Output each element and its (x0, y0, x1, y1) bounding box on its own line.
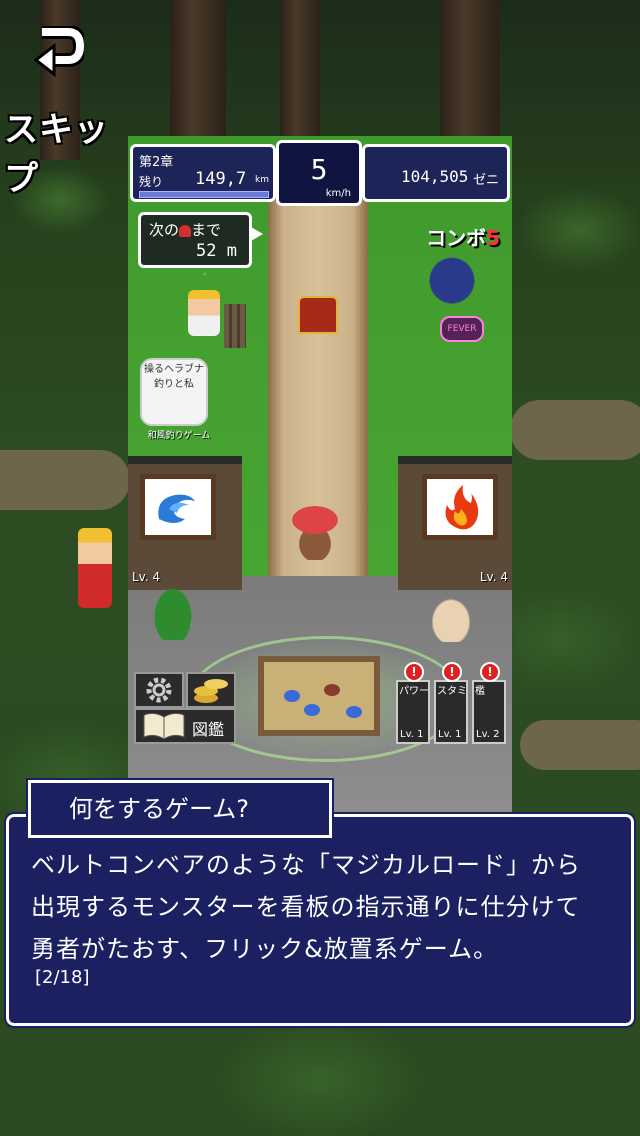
combo-counter: コンボ5 (426, 226, 500, 250)
hero-sitting (150, 582, 196, 640)
hero-at-table (426, 592, 476, 642)
dialog-line: ベルトコンベアのような「マジカルロード」から (31, 851, 581, 879)
skip-button[interactable]: スキップ (4, 22, 134, 199)
dialog-line: 勇者がたおす、フリック&放置系ゲーム。 (31, 935, 499, 963)
slime-monster (304, 704, 320, 716)
menu-panel: 図鑑 (134, 672, 236, 744)
gear-icon (146, 677, 172, 703)
distance-progress-bar (139, 191, 269, 198)
dirt-patch (510, 400, 640, 460)
dialog-title: 何をするゲーム? (26, 778, 334, 840)
treasure-chest[interactable] (298, 296, 338, 334)
money-value: 104,505 (401, 167, 469, 186)
settings-button[interactable] (134, 672, 184, 708)
next-bell-indicator: 次の まで 52 m (138, 212, 263, 268)
fire-icon (445, 485, 479, 530)
upgrade-power-button[interactable]: ! パワー Lv. 1 (396, 662, 430, 744)
remaining-distance: 149,7 (195, 169, 247, 189)
bell-icon (179, 224, 192, 237)
zukan-label: 図鑑 (191, 720, 224, 739)
remaining-unit: km (255, 175, 269, 185)
dirt-patch (520, 720, 640, 770)
upgrade-title: スタミナ (437, 686, 467, 697)
king-character (78, 528, 112, 608)
money-unit: ゼニ (472, 173, 499, 188)
fishing-game-ad-icon[interactable]: 操るヘラブナ釣りと私 (140, 358, 208, 426)
fire-sign (422, 474, 498, 540)
slime-monster (346, 706, 362, 718)
upgrade-title: 檻 (475, 686, 485, 697)
mushroom-monster[interactable] (292, 506, 338, 560)
water-gate[interactable]: Lv. 4 (128, 456, 242, 590)
king-sprite (188, 290, 220, 336)
fishing-game-ad-label[interactable]: 和風釣りゲーム (134, 428, 224, 441)
alert-icon: ! (404, 662, 424, 682)
alert-icon: ! (480, 662, 500, 682)
next-bell-distance: 52 m (196, 241, 237, 261)
return-arrow-icon (34, 26, 84, 78)
coins-icon (194, 679, 228, 703)
wooden-post (224, 304, 246, 348)
speed-panel: 5 km/h (276, 140, 362, 206)
fire-gate[interactable]: Lv. 4 (398, 456, 512, 590)
money-panel: 104,505 ゼニ (362, 144, 510, 202)
zukan-button[interactable]: 図鑑 (134, 708, 236, 744)
upgrade-cage-button[interactable]: ! 檻 Lv. 2 (472, 662, 506, 744)
fire-gate-level: Lv. 4 (479, 570, 508, 584)
book-icon (143, 712, 185, 740)
upgrade-title: パワー (399, 686, 429, 697)
tutorial-dialog[interactable]: ベルトコンベアのような「マジカルロード」から 出現するモンスターを看板の指示通り… (4, 812, 636, 1028)
next-bell-label: 次の まで (149, 221, 222, 239)
upgrade-level: Lv. 1 (400, 729, 424, 740)
shop-button[interactable] (186, 672, 236, 708)
upgrade-level: Lv. 2 (476, 729, 500, 740)
dirt-patch (0, 450, 130, 510)
slime-monster (284, 690, 300, 702)
combo-count: 5 (486, 226, 500, 250)
speed-unit: km/h (325, 188, 351, 199)
status-hud: 第2章 残り 149,7 km 5 km/h 104,505 ゼニ (128, 140, 512, 206)
remaining-label: 残り (139, 175, 164, 189)
game-field[interactable]: 第2章 残り 149,7 km 5 km/h 104,505 ゼニ 次の まで 5… (128, 136, 512, 816)
upgrade-stamina-button[interactable]: ! スタミナ Lv. 1 (434, 662, 468, 744)
chapter-label: 第2章 (139, 155, 174, 170)
skip-label: スキップ (4, 110, 109, 199)
blue-bird-monster (424, 252, 480, 304)
alert-icon: ! (442, 662, 462, 682)
fever-badge: FEVER (440, 316, 484, 342)
water-sign (140, 474, 216, 540)
monster-pen[interactable] (258, 656, 380, 736)
upgrade-level: Lv. 1 (438, 729, 462, 740)
spider-monster (324, 684, 340, 696)
dialog-page-indicator: [2/18] (35, 967, 90, 988)
speed-value: 5 (310, 153, 328, 186)
distance-panel: 第2章 残り 149,7 km (130, 144, 276, 202)
water-icon (158, 494, 195, 523)
dialog-line: 出現するモンスターを看板の指示通りに仕分けて (31, 893, 581, 921)
ad-icon-text: 操るヘラブナ釣りと私 (144, 364, 204, 390)
